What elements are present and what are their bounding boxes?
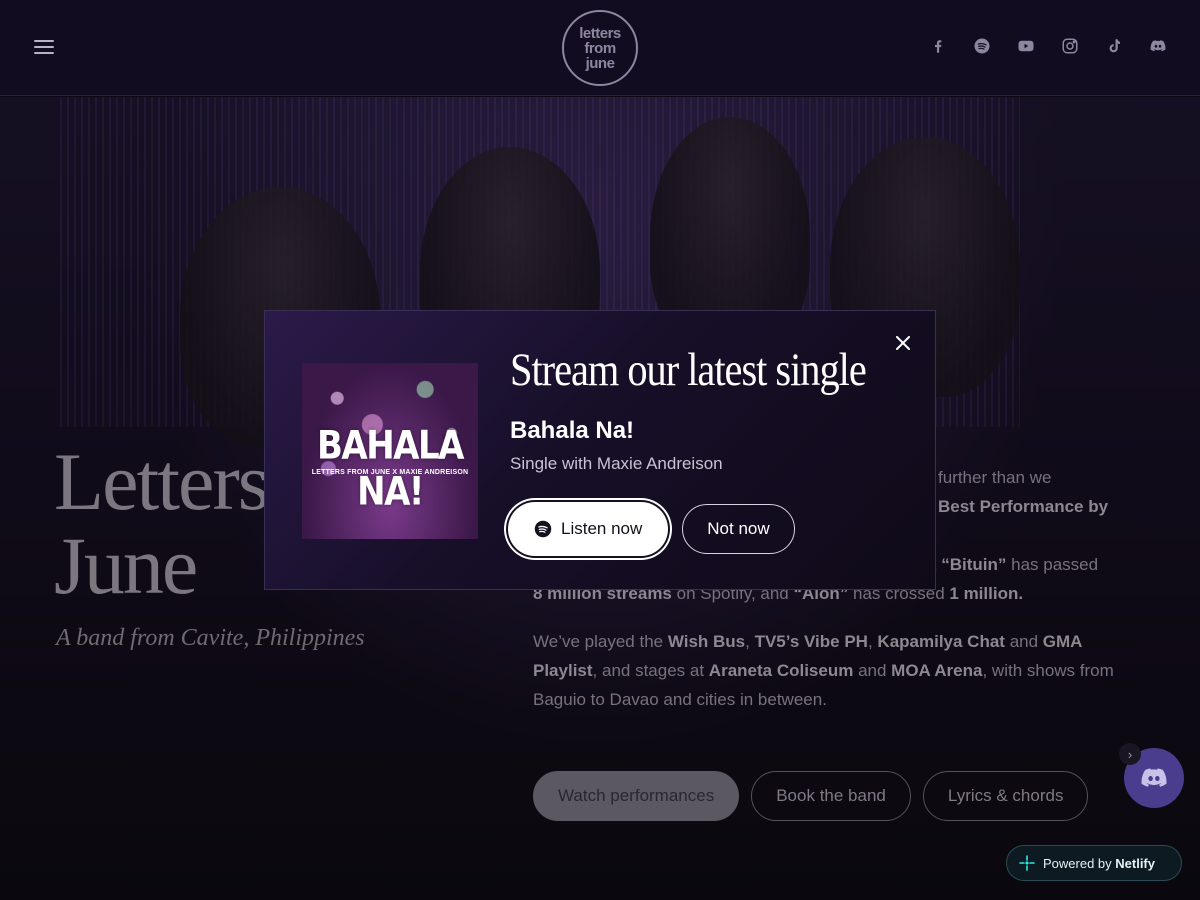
venue-moa-arena: MOA Arena [891,661,983,680]
lyrics-chords-button[interactable]: Lyrics & chords [922,771,1089,821]
site-header: letters from june [0,0,1200,96]
netlify-icon [1019,855,1035,871]
discord-icon[interactable] [1148,36,1168,56]
paragraph-3-text: We’ve played the [533,632,668,651]
song-title: Bahala Na! [510,417,635,444]
netlify-brand: Netlify [1115,855,1155,871]
book-band-button[interactable]: Book the band [751,771,911,821]
not-now-button[interactable]: Not now [682,504,795,554]
paragraph-3-text: , [867,632,878,651]
netlify-prefix: Powered by [1043,855,1116,871]
netlify-label: Powered by Netlify [1043,856,1155,871]
facebook-icon[interactable] [928,36,948,56]
show-kapamilya-chat: Kapamilya Chat [877,632,1005,651]
album-cover: BAHALA NA! LETTERS FROM JUNE X MAXIE AND… [302,363,478,539]
single-promo-modal: BAHALA NA! LETTERS FROM JUNE X MAXIE AND… [264,310,936,590]
paragraph-3-text: and [1004,632,1043,651]
listen-now-button[interactable]: Listen now [508,502,669,556]
spotify-icon[interactable] [972,36,992,56]
social-links [928,36,1168,56]
paragraph-3-text: and [853,661,892,680]
watch-performances-button[interactable]: Watch performances [533,771,740,821]
listen-now-label: Listen now [561,519,643,538]
hero-subtitle: A band from Cavite, Philippines [56,625,365,651]
youtube-icon[interactable] [1016,36,1036,56]
show-vibe-ph: TV5’s Vibe PH [754,632,868,651]
paragraph-1-bold: Best Performance by [938,497,1109,516]
album-cover-credit: LETTERS FROM JUNE X MAXIE ANDREISON [311,469,469,476]
paragraph-2-text: has passed [1006,555,1099,574]
song-meta: Single with Maxie Andreison [510,454,723,473]
song-bituin: “Bituin” [941,555,1007,574]
paragraph-3-text: , and stages at [592,661,709,680]
logo-line-2: from [584,39,616,57]
site-logo[interactable]: letters from june [562,10,638,86]
logo-line-3: june [585,54,615,72]
modal-actions: Listen now Not now [508,502,795,556]
hero-actions: Watch performances Book the band Lyrics … [533,771,1089,821]
discord-icon [1141,768,1167,787]
menu-icon[interactable] [34,40,54,56]
instagram-icon[interactable] [1060,36,1080,56]
close-icon[interactable] [893,333,913,353]
paragraph-1-text: further than we [938,468,1052,487]
show-wish-bus: Wish Bus [667,632,746,651]
logo-line-1: letters [579,24,621,42]
paragraph-3-text: , [745,632,755,651]
paragraph-3: We’ve played the Wish Bus, TV5’s Vibe PH… [533,627,1133,714]
modal-heading: Stream our latest single [510,344,867,396]
spotify-icon [534,520,552,538]
chevron-right-icon[interactable]: › [1119,743,1141,765]
tiktok-icon[interactable] [1104,36,1124,56]
netlify-badge[interactable]: Powered by Netlify [1006,845,1182,881]
venue-araneta: Araneta Coliseum [708,661,854,680]
streams-alon: 1 million. [949,584,1024,603]
